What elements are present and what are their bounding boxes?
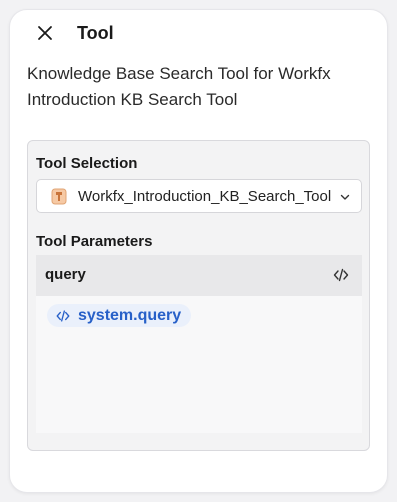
code-icon xyxy=(56,309,70,322)
parameter-name: query xyxy=(45,266,86,283)
panel-header: Tool xyxy=(10,10,387,56)
tool-description: Knowledge Base Search Tool for Workfx In… xyxy=(27,64,331,109)
tool-selection-label: Tool Selection xyxy=(36,155,138,172)
chevron-down-icon xyxy=(340,194,350,200)
parameter-block: query system.query xyxy=(36,255,362,433)
tool-select-value: Workfx_Introduction_KB_Search_Tool xyxy=(78,188,332,205)
tool-select[interactable]: Workfx_Introduction_KB_Search_Tool xyxy=(36,179,362,213)
parameter-header: query xyxy=(36,255,362,296)
tool-icon xyxy=(51,188,67,205)
panel-title: Tool xyxy=(77,23,114,43)
variable-name: system.query xyxy=(78,306,182,324)
close-icon xyxy=(38,26,52,40)
tool-panel: Tool Knowledge Base Search Tool for Work… xyxy=(9,9,388,493)
tool-parameters-label: Tool Parameters xyxy=(36,233,153,250)
code-icon[interactable] xyxy=(332,266,350,284)
tool-config-card: Tool Selection Workfx_Introduction_KB_Se… xyxy=(27,140,370,451)
close-button[interactable] xyxy=(34,22,56,44)
variable-pill[interactable]: system.query xyxy=(47,304,192,327)
